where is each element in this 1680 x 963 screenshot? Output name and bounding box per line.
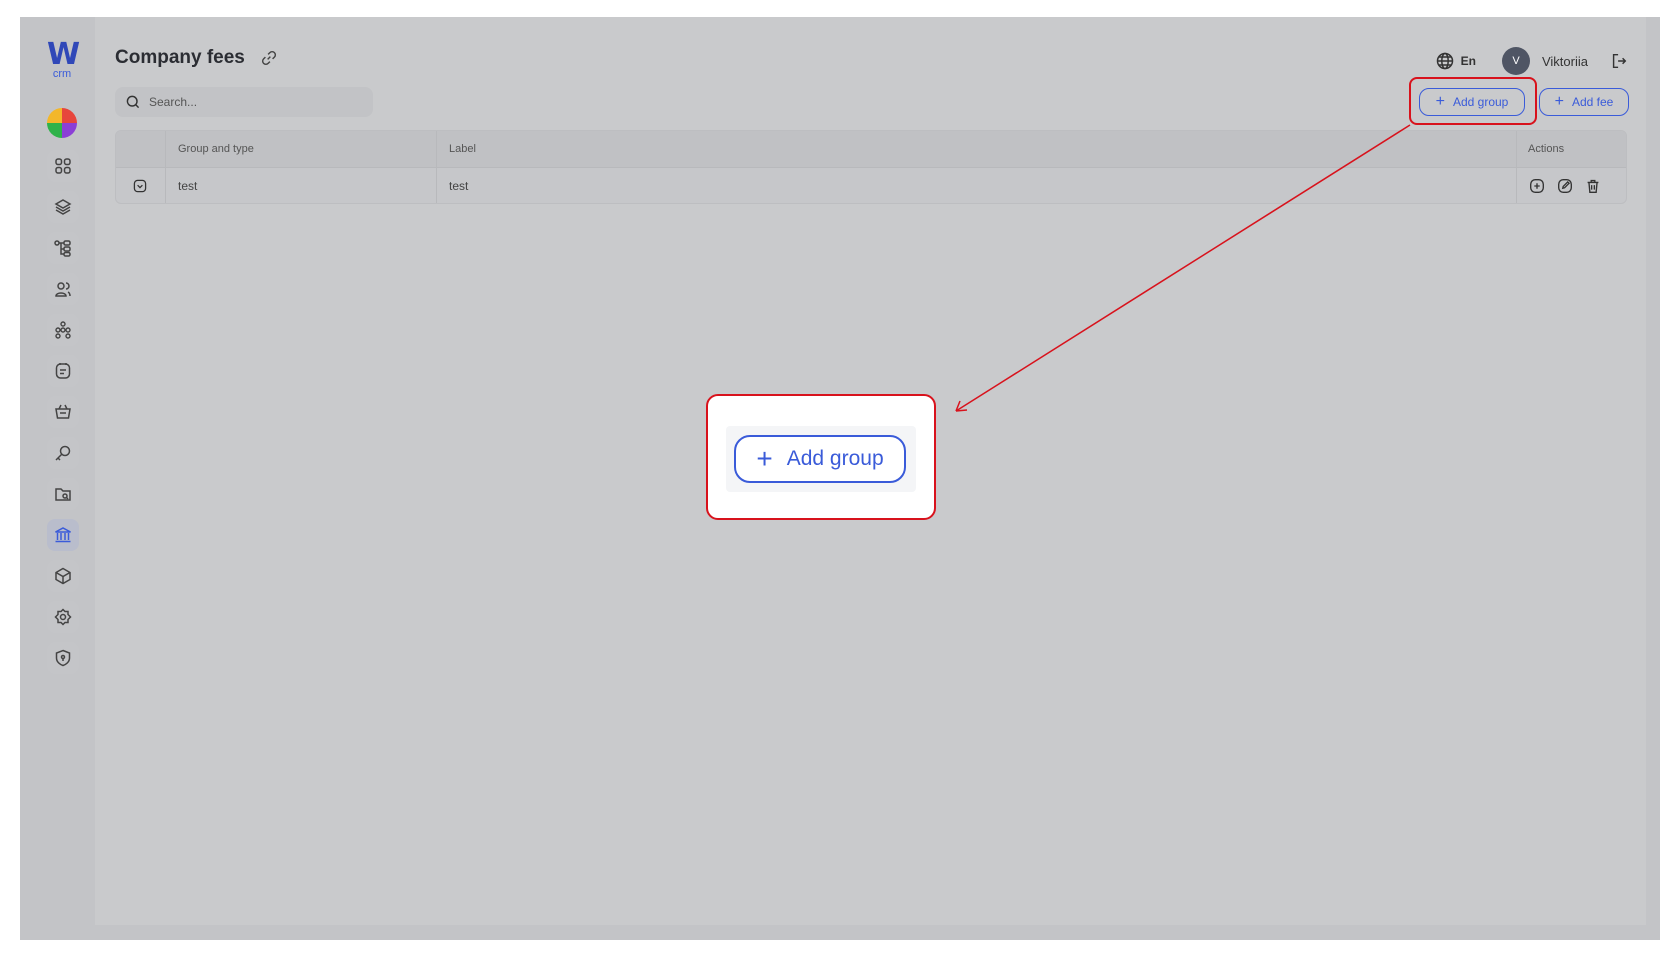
- plus-icon: +: [1554, 93, 1564, 110]
- logout-icon[interactable]: [1610, 52, 1628, 70]
- key-icon: [55, 445, 71, 461]
- search-input[interactable]: [149, 95, 349, 109]
- sidebar-item-basket[interactable]: [47, 396, 79, 428]
- sidebar-item-notes[interactable]: [47, 355, 79, 387]
- globe-icon[interactable]: [1435, 51, 1455, 71]
- search-icon: [126, 95, 140, 109]
- hierarchy-icon: [54, 240, 71, 257]
- cell-group-type: test: [178, 179, 198, 193]
- logo-letter: W: [46, 37, 80, 72]
- table-header: Group and type Label Actions: [116, 131, 1626, 167]
- cube-icon: [55, 567, 71, 585]
- color-wheel-icon[interactable]: [47, 108, 77, 138]
- basket-icon: [55, 404, 71, 419]
- chevron-down-icon: [133, 179, 147, 193]
- zoom-callout: + Add group: [706, 394, 936, 520]
- sidebar-item-dashboard[interactable]: [47, 150, 79, 182]
- table-row[interactable]: test test: [116, 167, 1626, 203]
- page-title: Company fees: [115, 47, 245, 68]
- dashboard-grid-icon: [55, 158, 71, 174]
- row-actions: [1528, 167, 1612, 203]
- sidebar-item-users[interactable]: [47, 273, 79, 305]
- bank-icon: [55, 527, 71, 543]
- edit-icon[interactable]: [1556, 177, 1574, 195]
- users-icon: [55, 282, 71, 297]
- sidebar-item-layers[interactable]: [47, 191, 79, 223]
- zoom-inner: + Add group: [726, 426, 916, 492]
- add-fee-button[interactable]: + Add fee: [1539, 88, 1629, 116]
- column-header-group-type[interactable]: Group and type: [178, 131, 254, 167]
- sidebar-item-team[interactable]: [47, 314, 79, 346]
- sidebar-item-security[interactable]: [47, 642, 79, 674]
- highlight-add-group: [1409, 77, 1537, 125]
- notes-icon: [55, 363, 71, 379]
- sidebar-item-hierarchy[interactable]: [47, 232, 79, 264]
- sidebar-item-cube[interactable]: [47, 560, 79, 592]
- add-fee-label: Add fee: [1571, 95, 1614, 109]
- link-icon[interactable]: [260, 49, 278, 67]
- settings-icon: [54, 608, 72, 626]
- fees-table: Group and type Label Actions test test: [115, 130, 1627, 204]
- add-circle-icon[interactable]: [1528, 177, 1546, 195]
- search-box[interactable]: [115, 87, 373, 117]
- header-user-area: En V Viktoriia: [1435, 47, 1628, 75]
- layers-icon: [54, 199, 72, 215]
- sidebar-item-folder-search[interactable]: [47, 478, 79, 510]
- trash-icon[interactable]: [1584, 177, 1602, 195]
- sidebar-item-settings[interactable]: [47, 601, 79, 633]
- sidebar: W crm: [20, 17, 95, 940]
- right-edge: [1646, 17, 1660, 940]
- add-group-button-zoomed[interactable]: + Add group: [734, 435, 906, 483]
- app-logo[interactable]: W crm: [44, 37, 80, 80]
- language-selector[interactable]: En: [1461, 54, 1476, 68]
- team-structure-icon: [55, 321, 71, 339]
- sidebar-item-key[interactable]: [47, 437, 79, 469]
- plus-icon: +: [756, 443, 773, 474]
- column-header-actions: Actions: [1528, 143, 1565, 155]
- avatar[interactable]: V: [1501, 47, 1530, 75]
- cell-label: test: [449, 179, 469, 193]
- folder-search-icon: [55, 488, 71, 501]
- shield-icon: [55, 649, 71, 667]
- bottom-edge: [20, 925, 1660, 940]
- callout-label: Add group: [786, 447, 884, 470]
- sidebar-item-bank[interactable]: [47, 519, 79, 551]
- expand-toggle[interactable]: [132, 167, 148, 203]
- user-name[interactable]: Viktoriia: [1542, 54, 1588, 69]
- column-header-label[interactable]: Label: [449, 131, 476, 167]
